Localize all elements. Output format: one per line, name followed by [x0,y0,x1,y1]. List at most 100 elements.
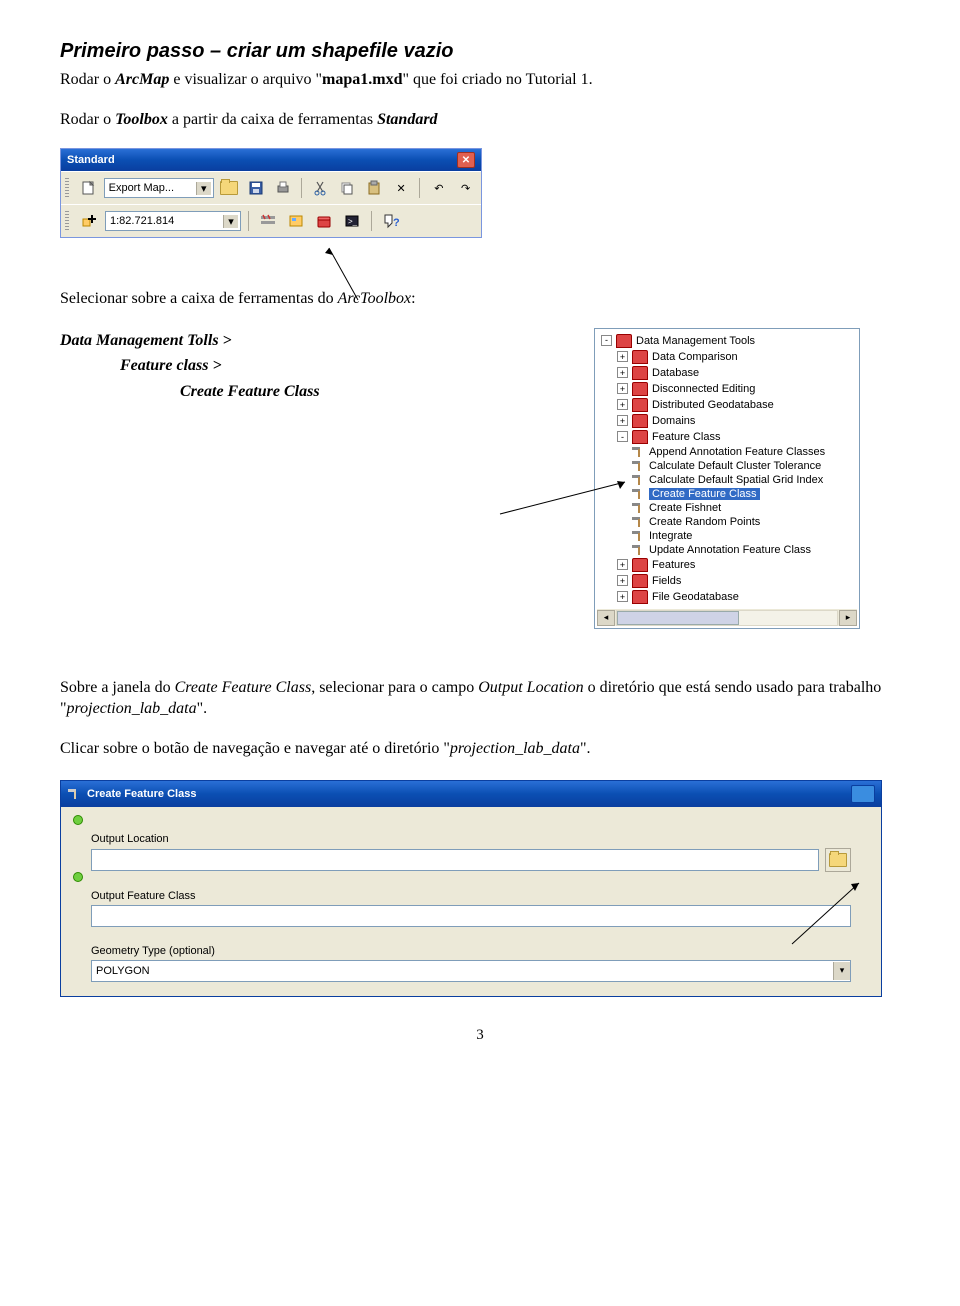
tool-item[interactable]: Integrate [649,530,692,542]
save-icon[interactable] [245,176,268,200]
toolbar-title: Standard [67,154,115,166]
tool-item[interactable]: Calculate Default Cluster Tolerance [649,460,821,472]
delete-icon[interactable]: ✕ [390,176,413,200]
scale-combo[interactable]: 1:82.721.814 ▾ [105,211,241,231]
tool-item[interactable]: Create Fishnet [649,502,721,514]
close-icon[interactable]: ✕ [457,152,475,168]
minimize-icon[interactable] [851,785,875,803]
tool-item[interactable]: Calculate Default Spatial Grid Index [649,474,823,486]
field-label: Output Feature Class [91,890,851,902]
paragraph-4: Sobre a janela do Create Feature Class, … [60,677,900,720]
arctoolbox-tree: - Data Management Tools + Data Comparison… [594,328,860,629]
hammer-icon [631,544,645,556]
page-heading: Primeiro passo – criar um shapefile vazi… [60,40,900,63]
cut-icon[interactable] [309,176,332,200]
tree-root[interactable]: Data Management Tools [636,335,755,347]
path-line-2: Feature class > [120,357,222,374]
create-feature-class-dialog: Create Feature Class Output Location Out… [60,780,882,997]
command-line-icon[interactable]: >_ [340,209,364,233]
scroll-left-icon[interactable]: ◂ [597,610,615,626]
minus-icon[interactable]: - [617,431,628,442]
tree-item[interactable]: Data Comparison [652,351,738,363]
grip-icon [65,178,69,198]
paragraph-2: Rodar o Toolbox a partir da caixa de fer… [60,109,900,131]
chevron-down-icon: ▾ [196,182,211,195]
page-number: 3 [60,1027,900,1044]
paste-icon[interactable] [363,176,386,200]
tree-item[interactable]: File Geodatabase [652,591,739,603]
redo-icon[interactable]: ↷ [454,176,477,200]
folder-icon [829,853,847,867]
chevron-down-icon: ▾ [833,962,850,980]
field-label: Output Location [91,833,851,845]
hammer-icon [631,474,645,486]
output-feature-class-field: Output Feature Class [91,890,851,927]
hammer-icon [631,502,645,514]
dialog-title: Create Feature Class [87,788,196,800]
plus-icon[interactable]: + [617,575,628,586]
editor-toolbar-icon[interactable] [256,209,280,233]
add-data-icon[interactable] [77,209,101,233]
tree-item[interactable]: Domains [652,415,695,427]
geometry-type-field: Geometry Type (optional) POLYGON ▾ [91,945,851,982]
paragraph-1: Rodar o ArcMap e visualizar o arquivo "m… [60,69,900,91]
dialog-titlebar: Create Feature Class [61,781,881,807]
toolbox-icon [632,414,648,428]
chevron-down-icon: ▾ [223,215,238,228]
tool-item[interactable]: Append Annotation Feature Classes [649,446,825,458]
scroll-right-icon[interactable]: ▸ [839,610,857,626]
grip-icon [65,211,69,231]
output-location-input[interactable] [91,849,819,871]
tool-item[interactable]: Create Random Points [649,516,760,528]
whats-this-icon[interactable]: ? [379,209,403,233]
toolbox-icon [632,350,648,364]
copy-icon[interactable] [336,176,359,200]
arccatalog-icon[interactable] [284,209,308,233]
hammer-icon [631,530,645,542]
toolbox-icon [632,574,648,588]
plus-icon[interactable]: + [617,399,628,410]
tree-item[interactable]: Database [652,367,699,379]
tool-item-selected[interactable]: Create Feature Class [649,488,760,500]
field-label: Geometry Type (optional) [91,945,851,957]
path-line-1: Data Management Tolls > [60,332,232,349]
tree-item[interactable]: Feature Class [652,431,720,443]
hammer-icon [631,446,645,458]
browse-button[interactable] [825,848,851,872]
hammer-icon [631,488,645,500]
tree-item[interactable]: Distributed Geodatabase [652,399,774,411]
arctoolbox-icon[interactable] [312,209,336,233]
paragraph-5: Clicar sobre o botão de navegação e nave… [60,738,900,760]
minus-icon[interactable]: - [601,335,612,346]
tree-item[interactable]: Disconnected Editing [652,383,755,395]
toolbar-titlebar: Standard ✕ [61,149,481,171]
print-icon[interactable] [271,176,294,200]
hammer-icon [631,516,645,528]
new-doc-icon[interactable] [77,176,100,200]
hammer-icon [67,788,81,800]
required-bullet-icon [73,815,83,825]
path-line-3: Create Feature Class [180,383,320,400]
required-bullet-icon [73,872,83,882]
hammer-icon [631,460,645,472]
plus-icon[interactable]: + [617,367,628,378]
output-location-field: Output Location [91,833,851,872]
plus-icon[interactable]: + [617,591,628,602]
output-feature-class-input[interactable] [91,905,851,927]
toolbox-icon [632,590,648,604]
svg-text:>_: >_ [348,217,358,226]
toolbox-icon [632,366,648,380]
tree-item[interactable]: Fields [652,575,681,587]
plus-icon[interactable]: + [617,559,628,570]
tree-item[interactable]: Features [652,559,695,571]
tool-item[interactable]: Update Annotation Feature Class [649,544,811,556]
geometry-type-select[interactable]: POLYGON ▾ [91,960,851,982]
plus-icon[interactable]: + [617,383,628,394]
toolbox-icon [632,558,648,572]
export-map-combo[interactable]: Export Map... ▾ [104,178,214,198]
plus-icon[interactable]: + [617,351,628,362]
plus-icon[interactable]: + [617,415,628,426]
toolbox-icon [632,382,648,396]
undo-icon[interactable]: ↶ [427,176,450,200]
open-icon[interactable] [218,176,241,200]
